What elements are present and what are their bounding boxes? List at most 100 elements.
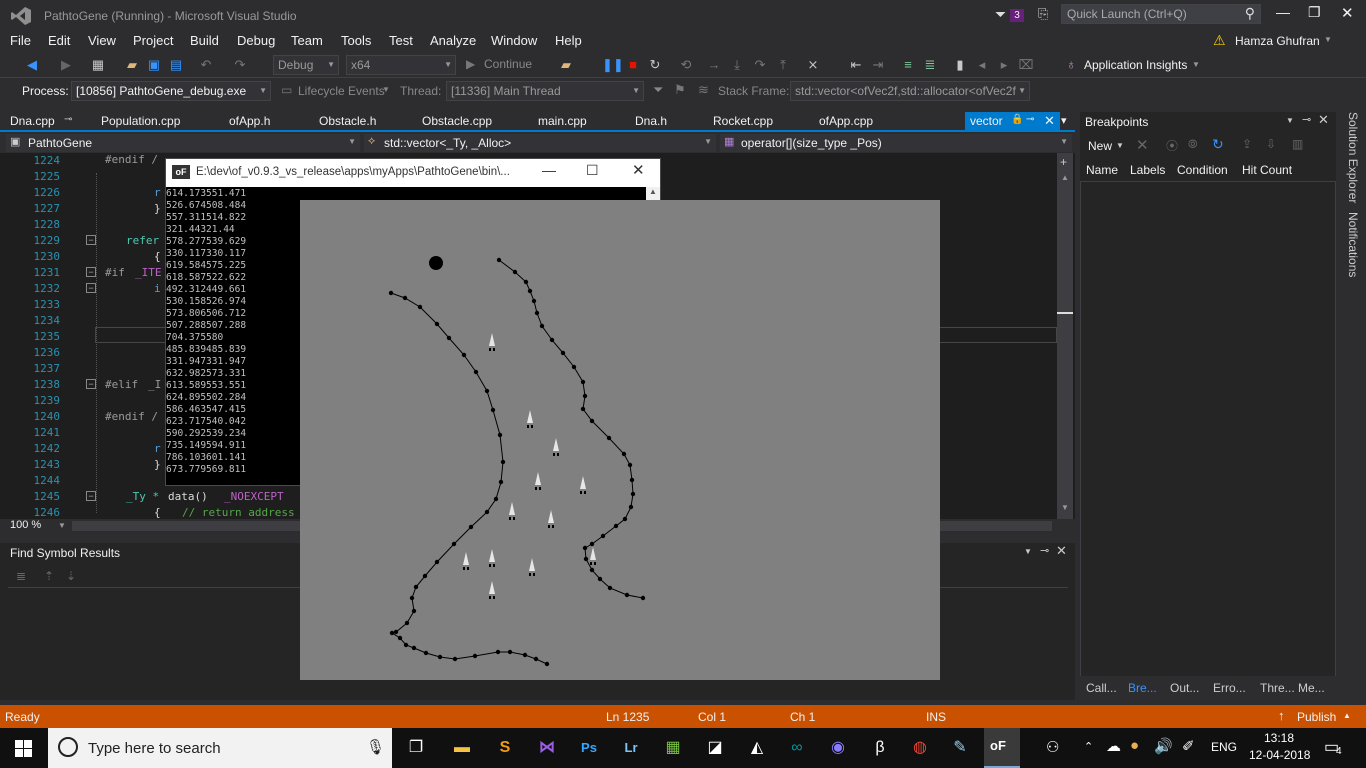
unity-icon[interactable]: ◭ (745, 736, 769, 760)
clock-time[interactable]: 13:18 (1264, 731, 1294, 745)
console-minimize-button[interactable]: — (542, 162, 556, 178)
columns-icon[interactable]: ▥ (1292, 137, 1303, 151)
thread-select[interactable]: [11336] Main Thread ▼ (446, 81, 644, 101)
close-panel-icon[interactable]: ✕ (1318, 112, 1329, 128)
feedback-icon[interactable]: ⎘ (1038, 6, 1048, 22)
lightroom-icon[interactable]: Lr (619, 736, 643, 760)
format-icon[interactable]: ⇤ (848, 57, 864, 73)
col-labels[interactable]: Labels (1130, 163, 1165, 177)
menu-team[interactable]: Team (291, 33, 323, 48)
taskbar-search-box[interactable]: Type here to search 🎙 (48, 728, 392, 768)
tab-output[interactable]: Out... (1170, 681, 1199, 695)
app-tray-icon[interactable]: ● (1130, 737, 1139, 754)
notifications-tab[interactable]: Notifications (1342, 212, 1360, 292)
github-icon[interactable]: ◉ (826, 736, 850, 760)
tab-breakpoints[interactable]: Bre... (1128, 681, 1157, 695)
prev-result-icon[interactable]: ⇡ (44, 569, 54, 583)
tab-population-cpp[interactable]: Population.cpp (101, 112, 180, 131)
zoom-dropdown-icon[interactable]: ▼ (58, 521, 66, 530)
tab-dna-h[interactable]: Dna.h (635, 112, 667, 131)
visual-studio-icon[interactable]: ⋈ (535, 736, 559, 760)
onedrive-icon[interactable]: ☁ (1106, 737, 1121, 755)
thread-filter-icon[interactable]: ⏷ (653, 82, 663, 98)
arduino-icon[interactable]: ∞ (785, 736, 809, 760)
hot-reload-icon[interactable]: ⟲ (678, 57, 694, 73)
menu-edit[interactable]: Edit (48, 33, 70, 48)
tab-rocket-cpp[interactable]: Rocket.cpp (713, 112, 773, 131)
user-dropdown-icon[interactable]: ▼ (1324, 35, 1332, 44)
disable-all-icon[interactable]: ⦾ (1188, 137, 1198, 152)
warning-icon[interactable]: ⚠ (1213, 32, 1226, 49)
uncomment-icon[interactable]: ≣ (922, 57, 938, 73)
open-file-icon[interactable]: ▰ (124, 57, 140, 73)
maximize-button[interactable]: ❐ (1308, 4, 1321, 21)
continue-button[interactable]: Continue (484, 57, 532, 71)
close-tab-icon[interactable]: ✕ (1044, 113, 1055, 129)
menu-analyze[interactable]: Analyze (430, 33, 476, 48)
config-select[interactable]: Debug ▼ (273, 55, 339, 75)
refresh-icon[interactable]: ↻ (1212, 136, 1224, 153)
tab-call-stack[interactable]: Call... (1086, 681, 1117, 695)
console-maximize-button[interactable]: ☐ (586, 162, 599, 179)
scope-dropdown[interactable]: ⟡ std::vector<_Ty, _Alloc> ▼ (364, 134, 716, 152)
panel-menu-icon[interactable]: ▼ (1024, 547, 1032, 556)
import-icon[interactable]: ⇩ (1266, 137, 1276, 151)
console-close-button[interactable]: ✕ (632, 161, 645, 179)
step-over-icon[interactable]: ↷ (752, 57, 768, 73)
back-icon[interactable]: ◀ (24, 57, 40, 73)
collapse-icon[interactable]: − (86, 283, 96, 293)
user-name[interactable]: Hamza Ghufran (1235, 34, 1320, 48)
new-dropdown-icon[interactable]: ▼ (1116, 141, 1124, 150)
stack-frame-select[interactable]: std::vector<ofVec2f,std::allocator<ofVec… (790, 81, 1030, 101)
lightbulb-icon[interactable]: ♁ (1066, 56, 1077, 72)
panel-menu-icon[interactable]: ▼ (1286, 116, 1294, 125)
sublime-icon[interactable]: S (493, 736, 517, 760)
bookmark-prev-icon[interactable]: ◂ (974, 57, 990, 73)
save-all-icon[interactable]: ▤ (168, 57, 184, 73)
undo-icon[interactable]: ↶ (198, 57, 214, 73)
step-out-icon[interactable]: ⤒ (775, 57, 791, 73)
application-insights-button[interactable]: Application Insights (1084, 58, 1187, 72)
notification-count-badge[interactable]: 3 (1010, 9, 1024, 22)
file-explorer-icon[interactable]: ▬ (450, 736, 474, 760)
clear-results-icon[interactable]: ≣ (16, 569, 26, 583)
continue-icon[interactable]: ▶ (466, 57, 475, 71)
stop-icon[interactable]: ■ (625, 57, 641, 73)
chrome-icon[interactable]: ◍ (908, 736, 932, 760)
comment-icon[interactable]: ≡ (900, 57, 916, 73)
col-condition[interactable]: Condition (1177, 163, 1228, 177)
flag-icon[interactable]: ⚑ (674, 82, 686, 98)
task-view-icon[interactable]: ❐ (404, 736, 428, 760)
menu-file[interactable]: File (10, 33, 31, 48)
menu-debug[interactable]: Debug (237, 33, 275, 48)
project-dropdown[interactable]: ▣ PathtoGene ▼ (6, 134, 360, 152)
delete-all-icon[interactable]: ⦿ (1166, 137, 1178, 154)
tab-ofapp-h[interactable]: ofApp.h (229, 112, 270, 131)
simulation-canvas[interactable] (300, 200, 940, 680)
publish-arrow-icon[interactable]: ↑ (1278, 708, 1285, 723)
lifecycle-events-button[interactable]: Lifecycle Events (298, 84, 385, 98)
tab-vector-active[interactable]: vector 🔒 ⊸ ✕ (965, 112, 1060, 131)
beta-icon[interactable]: β (868, 736, 892, 760)
bookmark-next-icon[interactable]: ▸ (996, 57, 1012, 73)
filter-icon[interactable]: ⏷ (995, 6, 1006, 23)
platform-select[interactable]: x64 ▼ (346, 55, 456, 75)
clock-date[interactable]: 12-04-2018 (1249, 748, 1310, 762)
menu-test[interactable]: Test (389, 33, 413, 48)
tab-ofapp-cpp[interactable]: ofApp.cpp (819, 112, 873, 131)
save-icon[interactable]: ▣ (146, 57, 162, 73)
export-icon[interactable]: ⇪ (1242, 137, 1252, 151)
collapse-icon[interactable]: − (86, 491, 96, 501)
app-insights-dropdown-icon[interactable]: ▼ (1192, 60, 1200, 69)
split-icon[interactable]: + (1060, 155, 1067, 169)
menu-build[interactable]: Build (190, 33, 219, 48)
breakpoint-toggle-icon[interactable]: ⨯ (805, 57, 821, 73)
publish-dropdown-icon[interactable]: ▲ (1343, 711, 1351, 720)
tab-dna-cpp[interactable]: Dna.cpp (10, 112, 55, 131)
breakpoints-list[interactable] (1080, 182, 1336, 676)
scroll-down-icon[interactable]: ▼ (1061, 503, 1069, 512)
close-button[interactable]: ✕ (1341, 4, 1354, 22)
pin-tab-icon[interactable]: ⊸ (1026, 114, 1034, 125)
tab-obstacle-h[interactable]: Obstacle.h (319, 112, 376, 131)
col-hit-count[interactable]: Hit Count (1242, 163, 1292, 177)
